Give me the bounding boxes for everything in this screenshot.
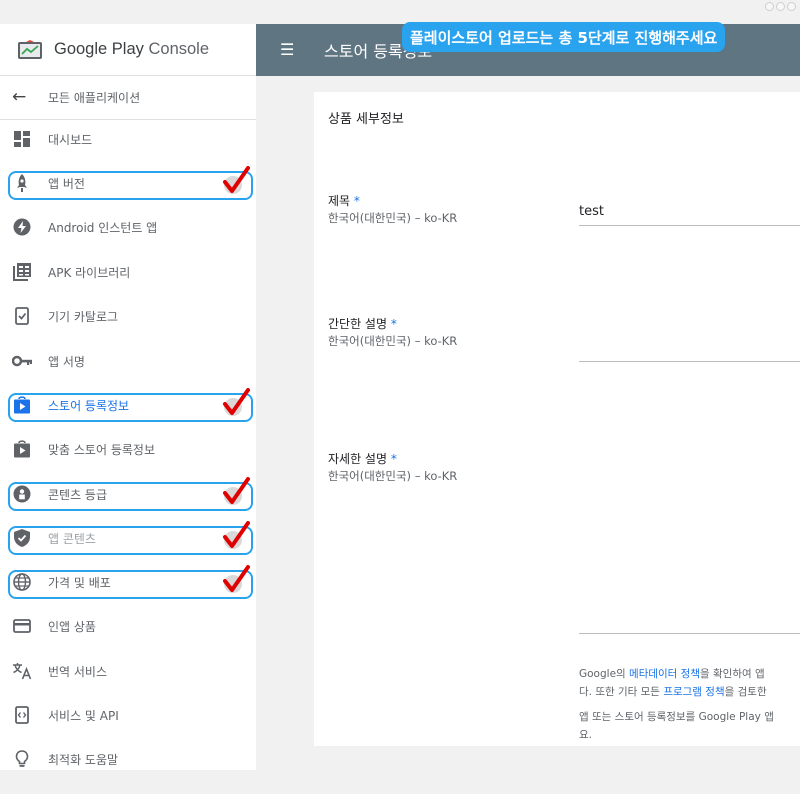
logo-row[interactable]: Google Play Console xyxy=(0,24,256,76)
sidebar-item-label: 최적화 도움말 xyxy=(48,752,119,767)
translate-icon xyxy=(12,661,32,681)
removal-notice: 앱 또는 스토어 등록정보를 Google Play 앱 요. xyxy=(579,708,800,744)
window-controls xyxy=(765,2,796,11)
arrow-left-icon: ← xyxy=(12,87,27,107)
required-mark: * xyxy=(390,317,397,331)
section-title: 상품 세부정보 xyxy=(328,112,404,127)
checkmark-icon xyxy=(223,388,250,416)
highlight-store-listing xyxy=(8,388,253,422)
title-locale: 한국어(대한민국) – ko-KR xyxy=(328,211,458,225)
checkmark-icon xyxy=(223,477,250,505)
short-description-label: 간단한 설명 * xyxy=(328,315,397,332)
short-description-input[interactable] xyxy=(579,330,800,362)
sidebar-item-instant-apps[interactable]: Android 인스턴트 앱 xyxy=(0,212,256,242)
policy-notice: Google의 메타데이터 정책을 확인하여 앱 다. 또한 기타 모든 프로그… xyxy=(579,665,800,701)
notice-text: 을 확인하여 앱 xyxy=(700,668,765,680)
sidebar-item-label: 인앱 상품 xyxy=(48,619,96,634)
highlight-content-rating xyxy=(8,477,253,511)
dashboard-icon xyxy=(12,129,32,149)
sidebar-item-optimization-tips[interactable]: 최적화 도움말 xyxy=(0,744,256,770)
short-description-locale: 한국어(대한민국) – ko-KR xyxy=(328,334,458,348)
notice-text: Google의 xyxy=(579,668,630,680)
highlight-pricing-distribution xyxy=(8,565,253,599)
title-label-text: 제목 xyxy=(328,194,351,208)
removal-notice-line: 요. xyxy=(579,729,592,741)
library-icon xyxy=(12,262,32,282)
sidebar-item-label: 맞춤 스토어 등록정보 xyxy=(48,442,155,457)
sidebar-item-services-api[interactable]: 서비스 및 API xyxy=(0,700,256,730)
window-dot[interactable] xyxy=(765,2,774,11)
sidebar-item-apk-library[interactable]: APK 라이브러리 xyxy=(0,257,256,287)
highlight-app-releases xyxy=(8,166,253,200)
window-dot[interactable] xyxy=(787,2,796,11)
sidebar-item-device-catalog[interactable]: 기기 카탈로그 xyxy=(0,301,256,331)
full-description-label: 자세한 설명 * xyxy=(328,450,397,467)
hamburger-icon[interactable]: ☰ xyxy=(280,42,300,58)
bolt-icon xyxy=(12,217,32,237)
device-check-icon xyxy=(12,306,32,326)
sidebar-item-label: 번역 서비스 xyxy=(48,664,108,679)
full-description-label-text: 자세한 설명 xyxy=(328,452,388,466)
sidebar-item-custom-store-listing[interactable]: 맞춤 스토어 등록정보 xyxy=(0,434,256,464)
checkmark-icon xyxy=(223,565,250,593)
sidebar-item-label: APK 라이브러리 xyxy=(48,265,131,280)
policy-notice-line: 다. 또한 기타 모든 프로그램 정책을 검토한 xyxy=(579,683,800,701)
full-description-locale: 한국어(대한민국) – ko-KR xyxy=(328,469,458,483)
sidebar: Google Play Console ← 모든 애플리케이션 대시보드 앱 버… xyxy=(0,24,256,770)
sidebar-item-dashboard[interactable]: 대시보드 xyxy=(0,124,256,154)
sidebar-item-label: 기기 카탈로그 xyxy=(48,309,119,324)
play-console-logo-icon xyxy=(18,39,42,59)
sidebar-item-label: 대시보드 xyxy=(48,132,93,147)
short-description-label-text: 간단한 설명 xyxy=(328,317,388,331)
metadata-policy-link[interactable]: 메타데이터 정책 xyxy=(629,668,700,680)
sidebar-item-label: Android 인스턴트 앱 xyxy=(48,220,158,235)
card-icon xyxy=(12,616,32,636)
api-icon xyxy=(12,705,32,725)
sidebar-item-label: 앱 서명 xyxy=(48,354,85,369)
key-icon xyxy=(12,351,32,371)
full-description-input[interactable] xyxy=(579,462,800,634)
program-policy-link[interactable]: 프로그램 정책 xyxy=(663,686,724,698)
sidebar-item-label: 서비스 및 API xyxy=(48,708,119,723)
logo-text: Google Play Console xyxy=(54,40,209,59)
lightbulb-icon xyxy=(12,749,32,769)
product-details-card: 상품 세부정보 제목 * 한국어(대한민국) – ko-KR test 간단한 … xyxy=(314,92,800,746)
required-mark: * xyxy=(390,452,397,466)
logo-word-console: Console xyxy=(148,40,210,58)
logo-word-google-play: Google Play xyxy=(54,40,144,58)
checkmark-icon xyxy=(223,166,250,194)
title-label: 제목 * xyxy=(328,192,360,209)
required-mark: * xyxy=(353,194,360,208)
instruction-callout: 플레이스토어 업로드는 총 5단계로 진행해주세요 xyxy=(402,22,726,52)
sidebar-item-translation[interactable]: 번역 서비스 xyxy=(0,656,256,686)
store-icon xyxy=(12,439,32,459)
back-label: 모든 애플리케이션 xyxy=(48,91,141,105)
highlight-app-content xyxy=(8,521,253,555)
back-to-all-apps[interactable]: ← 모든 애플리케이션 xyxy=(0,76,256,120)
sidebar-item-app-signing[interactable]: 앱 서명 xyxy=(0,346,256,376)
notice-text: 다. 또한 기타 모든 xyxy=(579,686,664,698)
window-dot[interactable] xyxy=(776,2,785,11)
title-input[interactable]: test xyxy=(579,204,800,226)
removal-notice-line: 앱 또는 스토어 등록정보를 Google Play 앱 xyxy=(579,711,774,723)
checkmark-icon xyxy=(223,521,250,549)
notice-text: 을 검토한 xyxy=(724,686,767,698)
sidebar-item-in-app-products[interactable]: 인앱 상품 xyxy=(0,611,256,641)
policy-notice-line: Google의 메타데이터 정책을 확인하여 앱 xyxy=(579,665,800,683)
